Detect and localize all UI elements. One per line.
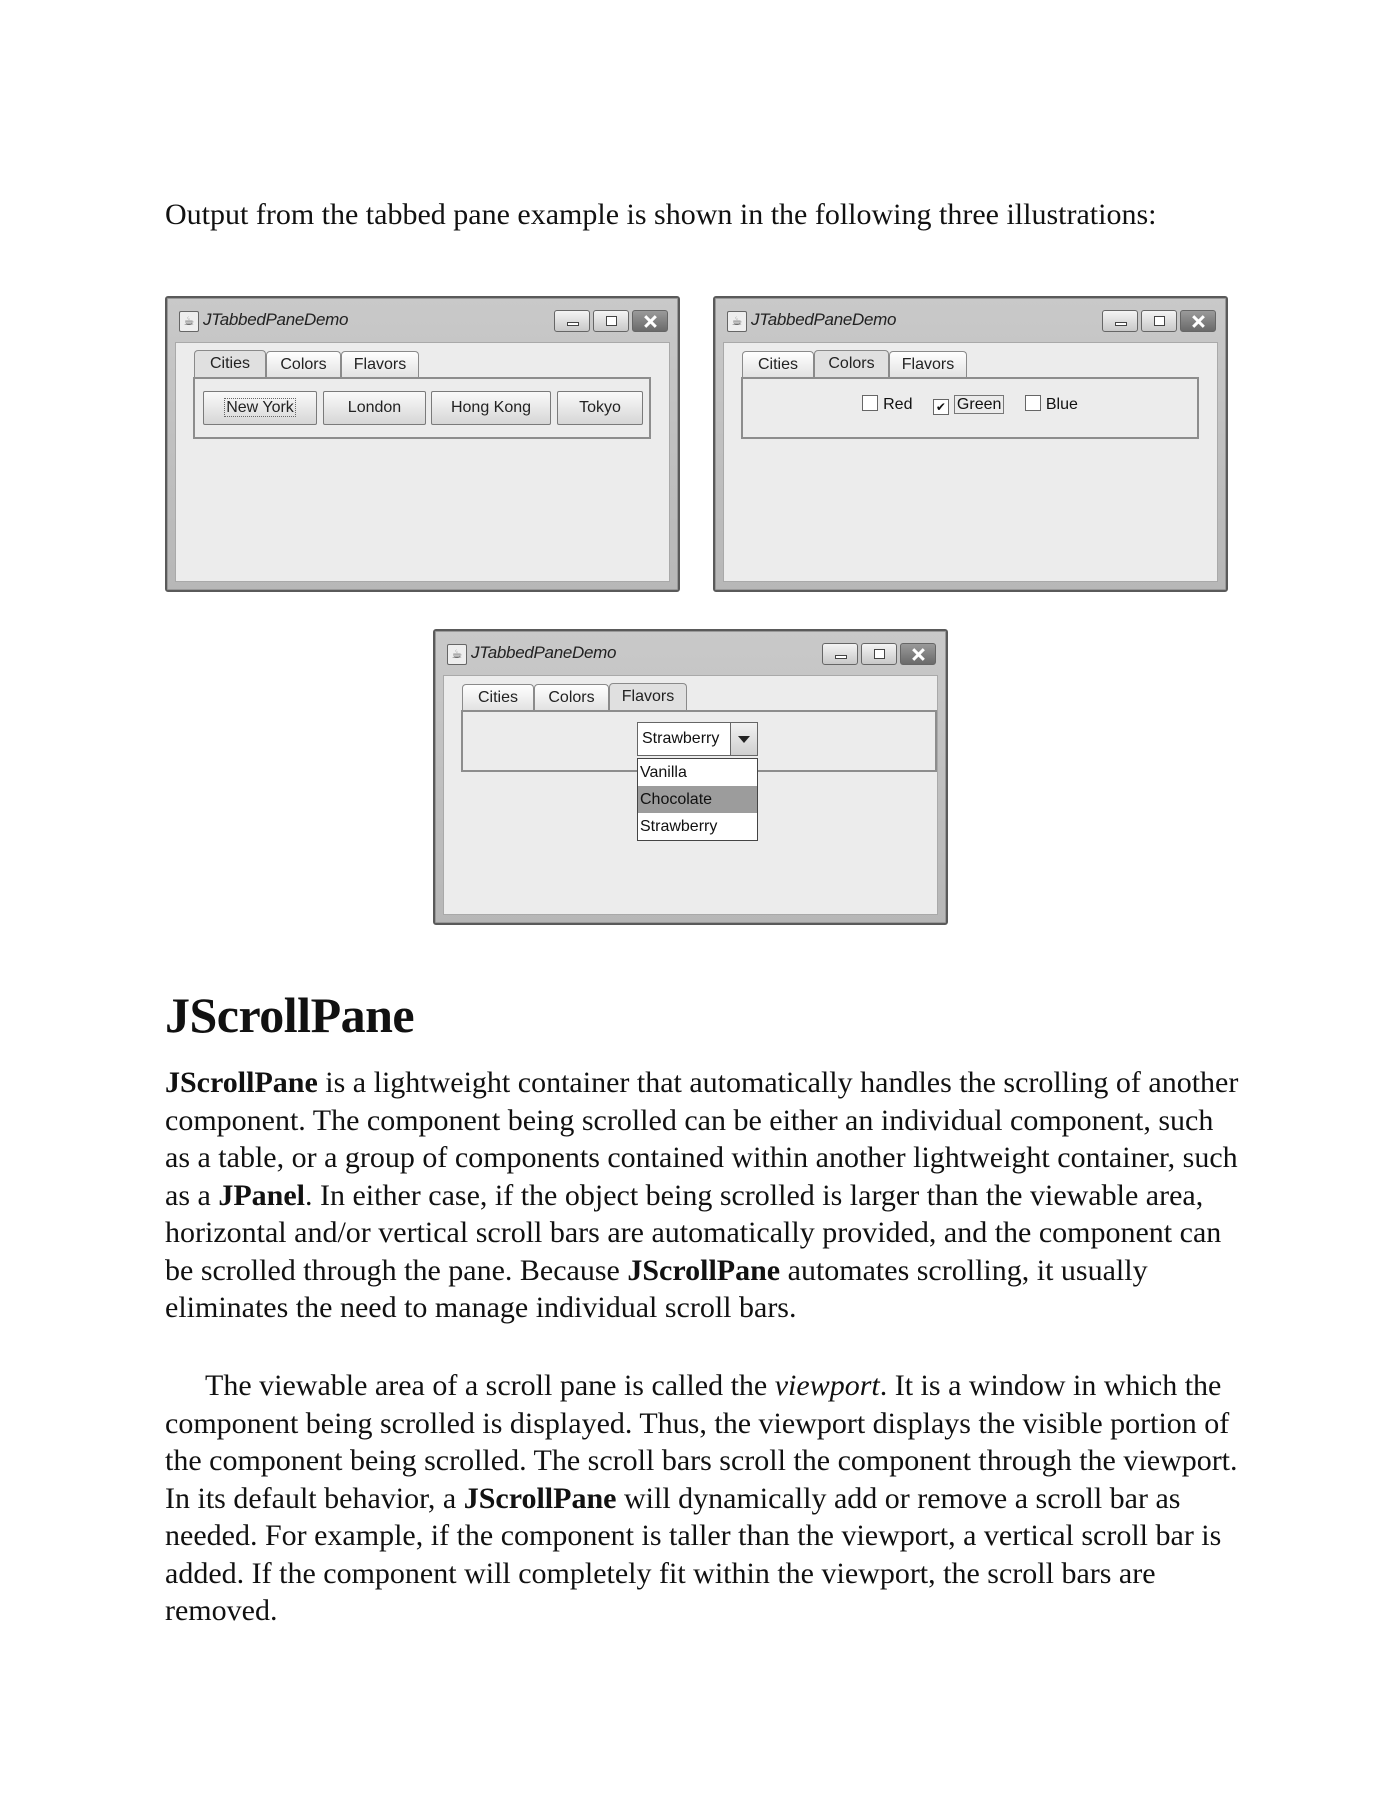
window-title: JTabbedPaneDemo — [203, 310, 349, 329]
tokyo-button[interactable]: Tokyo — [557, 391, 643, 425]
tab-flavors[interactable]: Flavors — [889, 351, 967, 377]
new-york-button[interactable]: New York — [203, 391, 317, 425]
paragraph-2: The viewable area of a scroll pane is ca… — [165, 1369, 1238, 1627]
red-checkbox[interactable]: Red — [862, 393, 912, 417]
flavors-panel: Strawberry Vanilla Chocolate Strawberry — [461, 710, 937, 841]
window-title: JTabbedPaneDemo — [751, 310, 897, 329]
close-icon — [633, 311, 667, 331]
minimize-icon — [1103, 311, 1137, 331]
maximize-icon — [862, 644, 896, 664]
window-colors: ☕ JTabbedPaneDemo Cities Colors Flavors … — [713, 296, 1228, 592]
blue-checkbox[interactable]: Blue — [1024, 393, 1078, 417]
color-checkboxes: Red ✔ Green Blue — [743, 393, 1197, 417]
content-pane: Cities Colors Flavors Strawberry Vanilla… — [443, 675, 938, 915]
tab-flavors[interactable]: Flavors — [341, 351, 419, 377]
checkbox-box — [862, 395, 879, 411]
close-button[interactable] — [900, 643, 936, 665]
title-bar[interactable]: ☕ JTabbedPaneDemo — [435, 631, 946, 675]
close-icon — [1181, 311, 1215, 331]
maximize-icon — [1142, 311, 1176, 331]
title-bar[interactable]: ☕ JTabbedPaneDemo — [715, 298, 1226, 342]
content-pane: Cities Colors Flavors New York London Ho… — [175, 342, 670, 582]
minimize-button[interactable] — [554, 310, 590, 332]
checkbox-box — [1024, 395, 1041, 411]
window-title: JTabbedPaneDemo — [471, 643, 617, 662]
tab-cities[interactable]: Cities — [194, 350, 266, 378]
intro-text: Output from the tabbed pane example is s… — [165, 198, 1157, 231]
dropdown-option-chocolate[interactable]: Chocolate — [638, 786, 757, 813]
tab-colors[interactable]: Colors — [814, 350, 889, 378]
term-jscrollpane: JScrollPane — [165, 1066, 318, 1099]
section-heading: JScrollPane — [165, 987, 415, 1043]
term-jscrollpane: JScrollPane — [627, 1253, 781, 1287]
check-mark-icon: ✔ — [932, 399, 949, 415]
maximize-button[interactable] — [861, 643, 897, 665]
close-icon — [901, 644, 935, 664]
tab-cities[interactable]: Cities — [742, 351, 814, 377]
java-app-icon: ☕ — [447, 644, 467, 665]
term-jscrollpane: JScrollPane — [463, 1481, 617, 1515]
dropdown-arrow-icon[interactable] — [730, 723, 757, 755]
minimize-button[interactable] — [822, 643, 858, 665]
paragraph-1: JScrollPane is a lightweight container t… — [165, 1066, 1239, 1324]
colors-panel: Red ✔ Green Blue — [741, 377, 1199, 439]
close-button[interactable] — [1180, 310, 1216, 332]
tab-colors[interactable]: Colors — [266, 351, 341, 377]
java-app-icon: ☕ — [727, 311, 747, 332]
hong-kong-button[interactable]: Hong Kong — [431, 391, 551, 425]
dropdown-option-strawberry[interactable]: Strawberry — [638, 813, 757, 840]
java-app-icon: ☕ — [179, 311, 199, 332]
green-checkbox[interactable]: ✔ Green — [932, 393, 1005, 417]
cities-panel: New York London Hong Kong Tokyo — [193, 377, 651, 439]
minimize-button[interactable] — [1102, 310, 1138, 332]
minimize-icon — [823, 644, 857, 664]
content-pane: Cities Colors Flavors Red ✔ Green Blue — [723, 342, 1218, 582]
maximize-button[interactable] — [1141, 310, 1177, 332]
tab-cities[interactable]: Cities — [462, 684, 534, 710]
window-flavors: ☕ JTabbedPaneDemo Cities Colors Flavors … — [433, 629, 948, 925]
london-button[interactable]: London — [323, 391, 426, 425]
tab-flavors[interactable]: Flavors — [609, 683, 687, 711]
maximize-button[interactable] — [593, 310, 629, 332]
dropdown-option-vanilla[interactable]: Vanilla — [638, 759, 757, 786]
term-viewport: viewport — [774, 1369, 880, 1402]
title-bar[interactable]: ☕ JTabbedPaneDemo — [167, 298, 678, 342]
term-jpanel: JPanel — [218, 1178, 305, 1212]
flavor-dropdown-list: Vanilla Chocolate Strawberry — [637, 758, 758, 841]
combo-selected-value: Strawberry — [642, 730, 720, 747]
close-button[interactable] — [632, 310, 668, 332]
window-cities: ☕ JTabbedPaneDemo Cities Colors Flavors … — [165, 296, 680, 592]
tab-colors[interactable]: Colors — [534, 684, 609, 710]
minimize-icon — [555, 311, 589, 331]
maximize-icon — [594, 311, 628, 331]
flavor-combo-box[interactable]: Strawberry — [637, 722, 758, 756]
